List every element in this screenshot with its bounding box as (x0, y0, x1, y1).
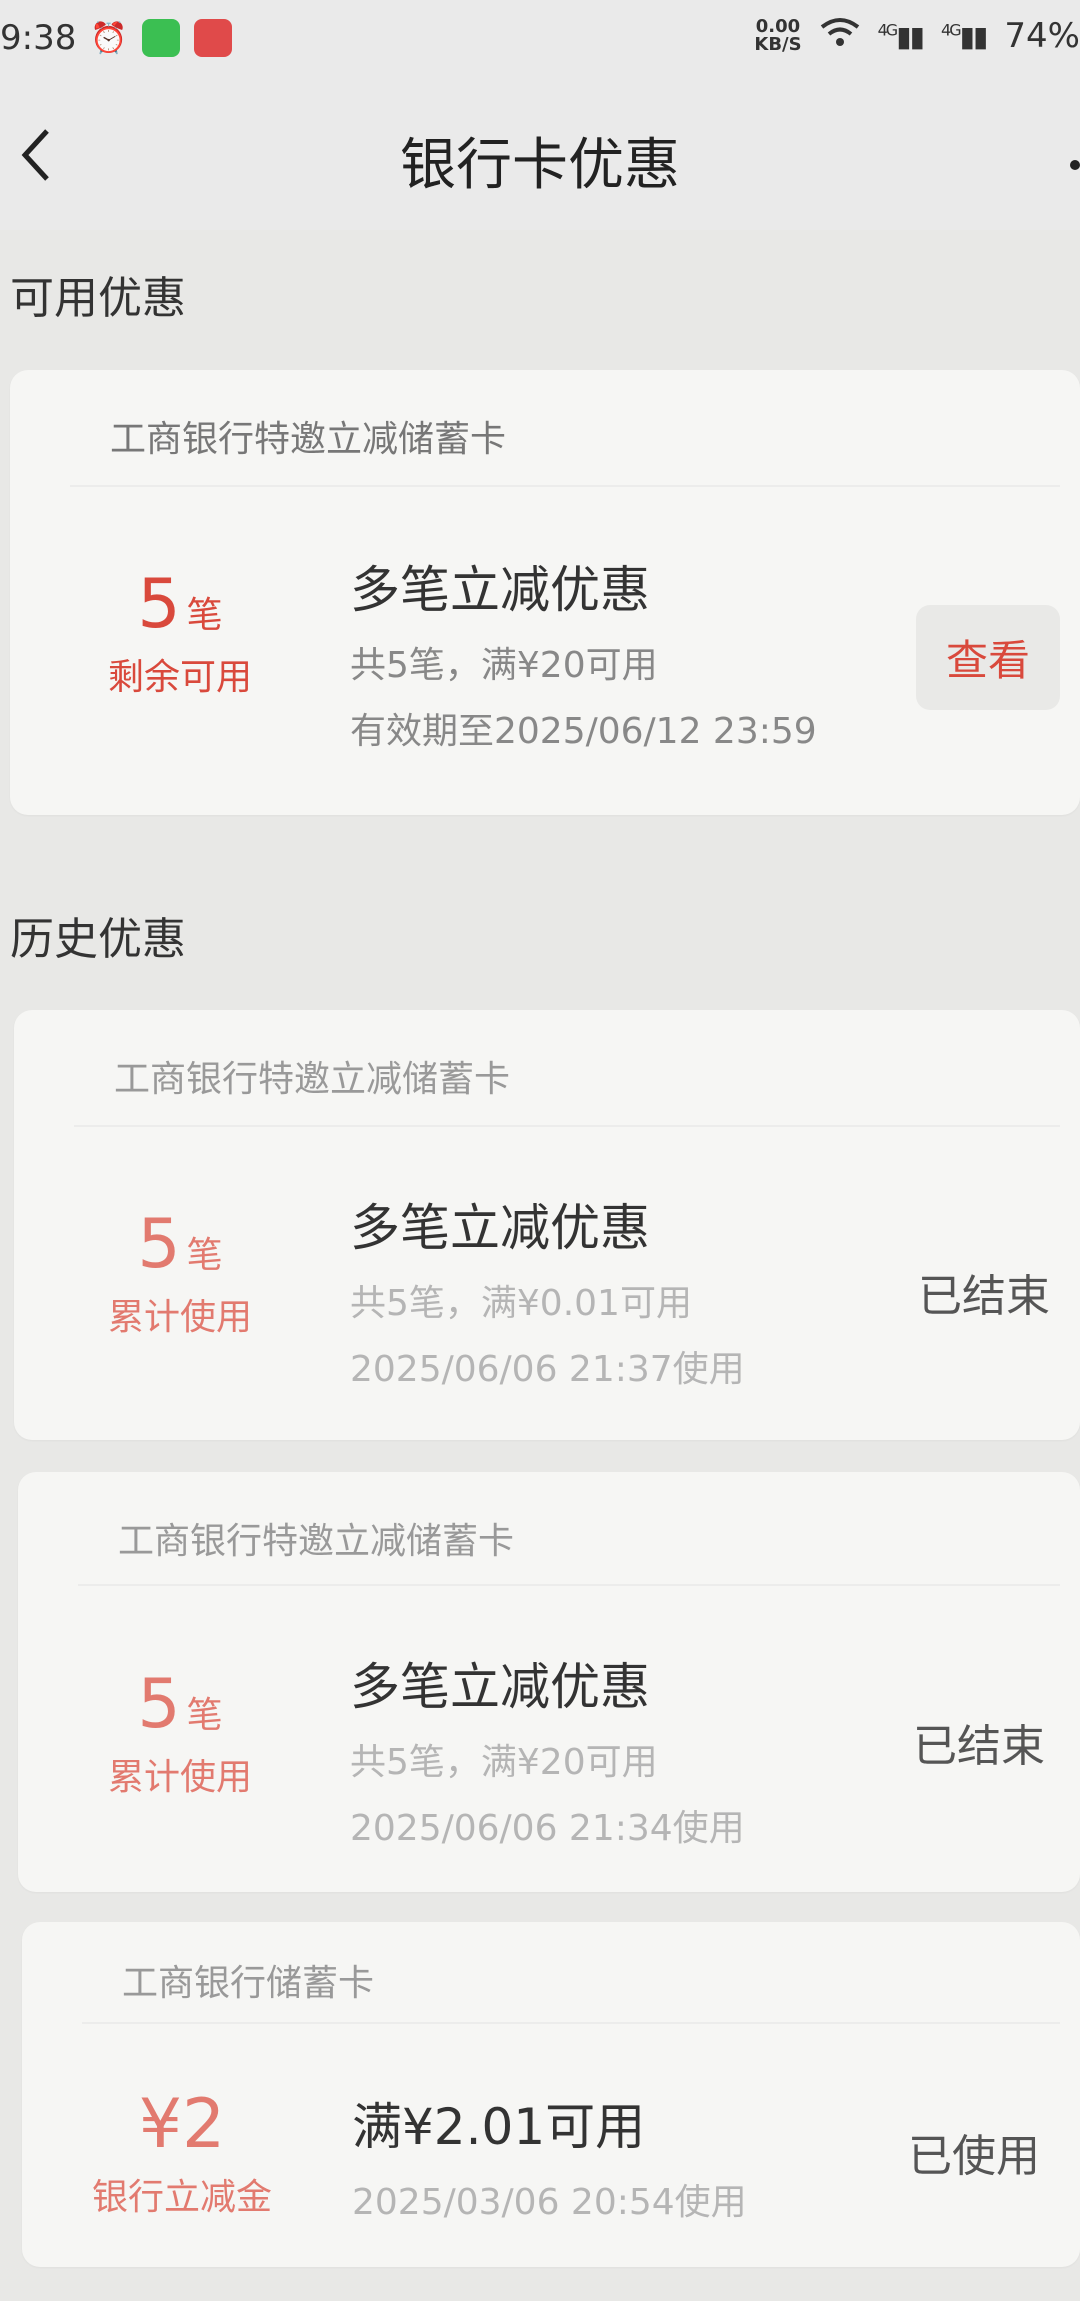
remaining-count-label: 剩余可用 (107, 657, 252, 698)
card-divider (78, 1584, 1060, 1586)
coupon-title: 多笔立减优惠 (350, 561, 650, 619)
section-title-available: 可用优惠 (10, 273, 186, 324)
card-bank-name: 工商银行储蓄卡 (122, 1963, 375, 2004)
card-bank-name: 工商银行特邀立减储蓄卡 (114, 1059, 511, 1100)
coupon-info: 多笔立减优惠 共5笔，满¥20可用 2025/06/06 21:34使用 (350, 1647, 745, 1851)
coupon-info: 多笔立减优惠 共5笔，满¥20可用 有效期至2025/06/12 23:59 (350, 550, 817, 754)
page-title: 银行卡优惠 (400, 133, 680, 198)
status-time: 9:38 (0, 18, 77, 58)
net-speed-unit: KB/S (754, 34, 802, 55)
coupon-title: 多笔立减优惠 (350, 1658, 650, 1716)
available-coupon-card[interactable]: 工商银行特邀立减储蓄卡 5笔 剩余可用 多笔立减优惠 共5笔，满¥20可用 有效… (10, 370, 1080, 815)
used-count: 5笔 累计使用 (70, 1210, 290, 1340)
status-bar: 9:38 ⏰ 0.00 KB/S 4G▮▮ 4G▮▮ 74% (0, 0, 1080, 90)
coupon-status: 已结束 (918, 1271, 1050, 1322)
coupon-amount-label: 银行立减金 (91, 2177, 272, 2218)
coupon-info: 多笔立减优惠 共5笔，满¥0.01可用 2025/06/06 21:37使用 (350, 1188, 745, 1392)
coupon-title: 多笔立减优惠 (350, 1199, 650, 1257)
history-coupon-card-1[interactable]: 工商银行特邀立减储蓄卡 5笔 累计使用 多笔立减优惠 共5笔，满¥0.01可用 … (14, 1010, 1080, 1440)
coupon-validity: 有效期至2025/06/12 23:59 (350, 711, 817, 752)
coupon-used-time: 2025/06/06 21:34使用 (350, 1808, 745, 1849)
signal-icon-1: 4G▮▮ (877, 19, 925, 53)
net-speed: 0.00 KB/S (754, 18, 801, 54)
remaining-count-unit: 笔 (186, 595, 223, 636)
coupon-info: 满¥2.01可用 2025/03/06 20:54使用 (352, 2087, 747, 2225)
signal-icon-2: 4G▮▮ (941, 19, 988, 53)
coupon-detail: 共5笔，满¥20可用 (350, 1742, 658, 1783)
card-divider (70, 485, 1060, 487)
coupon-detail: 共5笔，满¥0.01可用 (350, 1283, 692, 1324)
coupon-status: 已使用 (908, 2131, 1040, 2182)
card-divider (74, 1125, 1060, 1127)
signal-1-label: 4G (877, 20, 899, 40)
coupon-status: 已结束 (913, 1721, 1045, 1772)
coupon-amount-value: ¥2 (138, 2085, 226, 2164)
coupon-amount: ¥2 银行立减金 (72, 2090, 292, 2220)
wechat-icon (141, 19, 180, 57)
wifi-icon (820, 16, 860, 56)
used-count: 5笔 累计使用 (70, 1670, 290, 1800)
history-coupon-card-2[interactable]: 工商银行特邀立减储蓄卡 5笔 累计使用 多笔立减优惠 共5笔，满¥20可用 20… (18, 1472, 1080, 1892)
navigation-bar: 银行卡优惠 (0, 90, 1080, 230)
used-count-label: 累计使用 (107, 1757, 252, 1798)
card-divider (82, 2022, 1060, 2024)
alarm-icon: ⏰ (90, 20, 128, 56)
signal-2-label: 4G (941, 20, 962, 40)
more-menu-icon[interactable] (1070, 160, 1080, 170)
app-notification-icon (193, 19, 232, 57)
coupon-used-time: 2025/03/06 20:54使用 (352, 2182, 747, 2223)
coupon-detail: 共5笔，满¥20可用 (350, 645, 658, 686)
used-count-value: 5 (137, 1665, 181, 1744)
used-count-unit: 笔 (186, 1695, 223, 1736)
remaining-count-value: 5 (137, 565, 181, 644)
remaining-count: 5笔 剩余可用 (70, 570, 290, 700)
used-count-value: 5 (137, 1205, 181, 1284)
used-count-label: 累计使用 (107, 1297, 252, 1338)
view-button[interactable]: 查看 (915, 605, 1060, 710)
battery-level: 74% (1004, 16, 1080, 56)
coupon-used-time: 2025/06/06 21:37使用 (350, 1349, 745, 1390)
card-bank-name: 工商银行特邀立减储蓄卡 (110, 419, 507, 460)
section-title-history: 历史优惠 (10, 914, 186, 965)
coupon-title: 满¥2.01可用 (352, 2098, 646, 2156)
history-coupon-card-3[interactable]: 工商银行储蓄卡 ¥2 银行立减金 满¥2.01可用 2025/03/06 20:… (22, 1922, 1080, 2267)
used-count-unit: 笔 (186, 1235, 223, 1276)
card-bank-name: 工商银行特邀立减储蓄卡 (118, 1521, 515, 1562)
